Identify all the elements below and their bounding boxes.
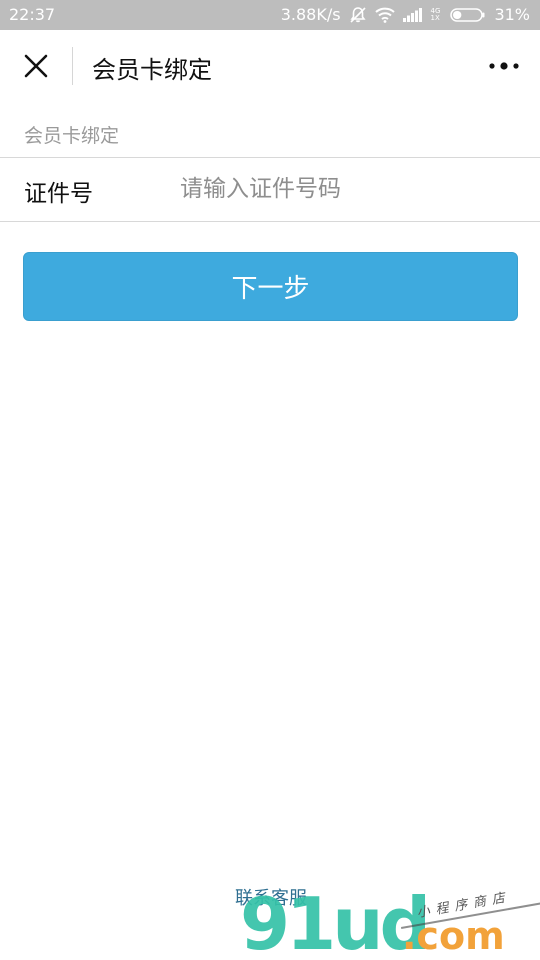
- divider-bottom: [0, 221, 540, 222]
- battery-icon: [450, 7, 486, 23]
- network-type-bottom: 1X: [430, 13, 440, 22]
- more-button[interactable]: [484, 50, 524, 82]
- page-title: 会员卡绑定: [92, 56, 212, 84]
- section-label: 会员卡绑定: [24, 125, 120, 147]
- next-button[interactable]: 下一步: [23, 252, 518, 321]
- battery-percent: 31%: [494, 5, 530, 24]
- id-number-input[interactable]: [180, 168, 520, 210]
- signal-icon: [402, 7, 423, 22]
- more-icon: [489, 62, 519, 70]
- watermark-logo: 91ud 小程序商店 .com: [240, 888, 540, 960]
- divider-top: [0, 157, 540, 158]
- id-number-label: 证件号: [24, 181, 93, 207]
- close-icon: [24, 54, 48, 78]
- nav-bar: 会员卡绑定: [0, 30, 540, 102]
- close-button[interactable]: [16, 46, 56, 86]
- network-type: 4G 1X: [430, 7, 441, 22]
- nav-divider: [72, 47, 73, 85]
- wifi-icon: [374, 7, 395, 23]
- status-bar: 22:37 3.88K/s 4G 1X 31%: [0, 0, 540, 30]
- bell-muted-icon: [349, 6, 367, 24]
- network-speed: 3.88K/s: [280, 5, 341, 24]
- status-time: 22:37: [9, 5, 56, 24]
- watermark-brand: 91ud: [240, 882, 431, 960]
- watermark-suffix: .com: [402, 914, 505, 958]
- status-indicators: 3.88K/s 4G 1X 31%: [281, 5, 530, 24]
